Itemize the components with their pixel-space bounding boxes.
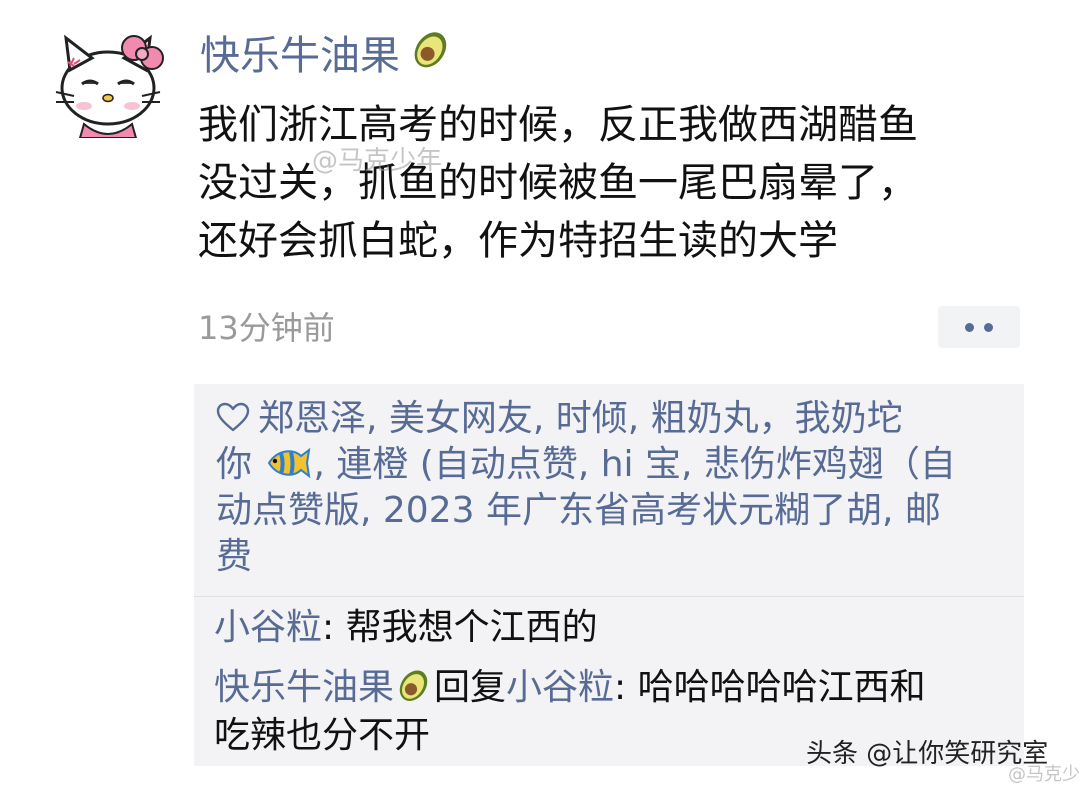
watermark-overlay: @马克少年 [312,146,443,176]
comment-author[interactable]: 小谷粒 [214,607,322,648]
faint-watermark: @马克少年 [1008,764,1080,785]
dot-icon [965,322,974,332]
reply-word: 回复 [434,667,507,708]
post-text: 我们浙江高考的时候，反正我做西湖醋鱼 没过关，抓鱼的时候被鱼一尾巴扇晕了， 还好… [198,96,1038,270]
moments-post: 快乐牛油果 我们浙江高考的时候，反正我做西湖醋鱼 没过关，抓鱼的时候被鱼一尾巴扇… [0,0,1080,792]
kitty-avatar-icon [48,18,168,138]
avocado-icon [408,26,454,86]
poster-name[interactable]: 快乐牛油果 [200,26,454,86]
comment-item[interactable]: 小谷粒: 帮我想个江西的 [214,604,1014,652]
comment-line: 小谷粒: 帮我想个江西的 [214,604,1014,652]
post-timestamp: 13分钟前 [198,309,335,347]
avocado-icon [399,670,428,701]
reply-to-user[interactable]: 小谷粒 [506,667,614,708]
comment-line: 快乐牛油果 回复小谷粒: 哈哈哈哈哈江西和 [214,664,1014,712]
likes-list: 郑恩泽, 美女网友, 时倾, 粗奶丸，我奶坨 你 , 連橙 (自动点赞, hi … [216,396,1006,580]
likes-names[interactable]: 你 [216,444,252,485]
comment-text: : 哈哈哈哈哈江西和 [614,667,926,708]
avatar[interactable] [48,18,168,138]
comment-text: : 帮我想个江西的 [322,607,598,648]
post-text-line: 还好会抓白蛇，作为特招生读的大学 [198,218,838,264]
likes-line[interactable]: 费 [216,534,1006,580]
tropical-fish-icon [268,447,311,479]
poster-name-text[interactable]: 快乐牛油果 [200,29,400,83]
more-actions-button[interactable] [938,306,1020,348]
likes-names[interactable]: , 連橙 (自动点赞, hi 宝, 悲伤炸鸡翅（自 [313,444,955,485]
comment-author[interactable]: 快乐牛油果 [214,667,394,708]
likes-line: 郑恩泽, 美女网友, 时倾, 粗奶丸，我奶坨 [216,396,1006,442]
panel-divider [194,596,1024,597]
likes-line: 你 , 連橙 (自动点赞, hi 宝, 悲伤炸鸡翅（自 [216,442,1006,488]
dot-icon [984,322,993,332]
interaction-panel: 郑恩泽, 美女网友, 时倾, 粗奶丸，我奶坨 你 , 連橙 (自动点赞, hi … [194,384,1024,766]
heart-outline-icon [216,402,250,432]
likes-line[interactable]: 动点赞版, 2023 年广东省高考状元糊了胡, 邮 [216,488,1006,534]
likes-names[interactable]: 郑恩泽, 美女网友, 时倾, 粗奶丸，我奶坨 [258,398,903,439]
